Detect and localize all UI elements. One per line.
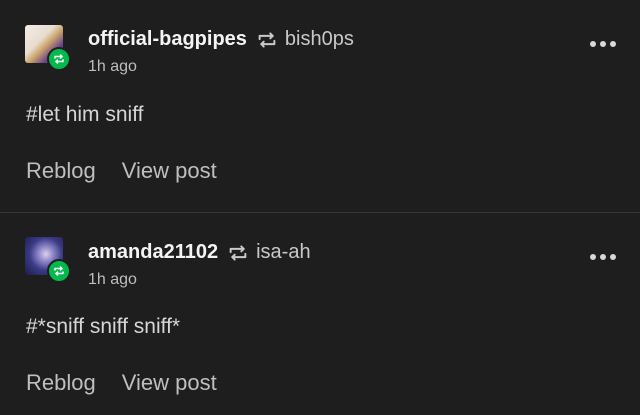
- reblog-badge-icon: [47, 47, 71, 71]
- post-tag[interactable]: #let him sniff: [26, 103, 144, 127]
- more-options-icon[interactable]: [590, 254, 616, 262]
- view-post-button[interactable]: View post: [122, 158, 217, 184]
- reblog-badge-icon: [47, 259, 71, 283]
- reblog-icon: [258, 31, 276, 48]
- post-card: amanda21102 isa-ah 1h ago #*sniff sniff …: [0, 213, 640, 415]
- feed: official-bagpipes bish0ps 1h ago #let hi…: [0, 0, 640, 415]
- reblog-button[interactable]: Reblog: [26, 158, 96, 184]
- username-link[interactable]: amanda21102: [88, 241, 218, 264]
- reblogged-from-link[interactable]: isa-ah: [256, 241, 310, 264]
- post-header: amanda21102 isa-ah: [88, 241, 311, 264]
- avatar-container[interactable]: [25, 25, 71, 71]
- timestamp[interactable]: 1h ago: [88, 271, 137, 289]
- post-actions: Reblog View post: [26, 158, 217, 184]
- post-actions: Reblog View post: [26, 370, 217, 396]
- post-card: official-bagpipes bish0ps 1h ago #let hi…: [0, 0, 640, 213]
- view-post-button[interactable]: View post: [122, 370, 217, 396]
- post-tag[interactable]: #*sniff sniff sniff*: [26, 315, 180, 339]
- reblogged-from-link[interactable]: bish0ps: [285, 28, 354, 51]
- timestamp[interactable]: 1h ago: [88, 58, 137, 76]
- reblog-button[interactable]: Reblog: [26, 370, 96, 396]
- reblog-icon: [229, 244, 247, 261]
- username-link[interactable]: official-bagpipes: [88, 28, 247, 51]
- more-options-icon[interactable]: [590, 41, 616, 49]
- avatar-container[interactable]: [25, 237, 71, 283]
- post-header: official-bagpipes bish0ps: [88, 28, 354, 51]
